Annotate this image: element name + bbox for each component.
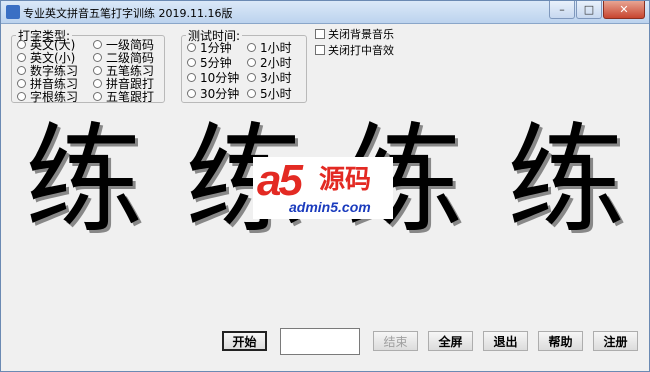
start-button[interactable]: 开始 [222,331,267,351]
checkbox-box [315,29,325,39]
checkbox-box [315,45,325,55]
help-button[interactable]: 帮助 [538,331,583,351]
radio-circle [93,53,102,62]
radio-circle [187,89,196,98]
radio-circle [17,40,26,49]
window-controls: – □ ✕ [548,1,645,21]
radio-5hour[interactable]: 5小时 [247,85,292,102]
radio-label: 3小时 [260,71,292,85]
radio-circle [93,79,102,88]
end-button[interactable]: 结束 [373,331,418,351]
window-title: 专业英文拼音五笔打字训练 2019.11.16版 [23,7,233,20]
watermark-cn: 源码 [319,165,372,195]
close-button[interactable]: ✕ [603,1,645,19]
radio-circle [93,92,102,101]
app-window: 专业英文拼音五笔打字训练 2019.11.16版 – □ ✕ 打字类型: 英文(… [0,0,650,372]
fullscreen-button[interactable]: 全屏 [428,331,473,351]
radio-circle [17,79,26,88]
radio-circle [17,66,26,75]
app-icon [6,5,20,19]
radio-label: 30分钟 [200,87,240,101]
watermark-url: admin5.com [289,199,371,215]
maximize-button[interactable]: □ [576,1,602,19]
radio-radical-practice[interactable]: 字根练习 [17,88,78,105]
radio-circle [17,53,26,62]
radio-circle [187,73,196,82]
minimize-button[interactable]: – [549,1,575,19]
register-button[interactable]: 注册 [593,331,638,351]
checkbox-label: 关闭背景音乐 [328,28,394,41]
radio-circle [187,43,196,52]
radio-10min[interactable]: 10分钟 [187,69,239,86]
radio-circle [247,58,256,67]
typing-sound-checkbox[interactable]: 关闭打中音效 [315,42,394,58]
radio-circle [247,89,256,98]
practice-char: 练 [25,111,144,249]
radio-circle [247,43,256,52]
radio-label: 10分钟 [200,71,240,85]
watermark-logo: a5 源码 admin5.com [253,157,393,219]
radio-circle [17,92,26,101]
radio-label: 字根练习 [30,90,79,104]
typing-input[interactable] [280,328,360,355]
bg-music-checkbox[interactable]: 关闭背景音乐 [315,26,394,42]
checkbox-label: 关闭打中音效 [328,44,394,57]
radio-3hour[interactable]: 3小时 [247,69,292,86]
title-bar: 专业英文拼音五笔打字训练 2019.11.16版 – □ ✕ [1,1,649,24]
radio-30min[interactable]: 30分钟 [187,85,239,102]
practice-char: 练 [507,111,626,249]
radio-label: 5小时 [260,87,292,101]
radio-circle [93,40,102,49]
radio-wubi-follow[interactable]: 五笔跟打 [93,88,154,105]
radio-circle [187,58,196,67]
radio-label: 五笔跟打 [106,90,155,104]
watermark-brand: a5 [257,156,303,205]
radio-circle [247,73,256,82]
exit-button[interactable]: 退出 [483,331,528,351]
radio-circle [93,66,102,75]
